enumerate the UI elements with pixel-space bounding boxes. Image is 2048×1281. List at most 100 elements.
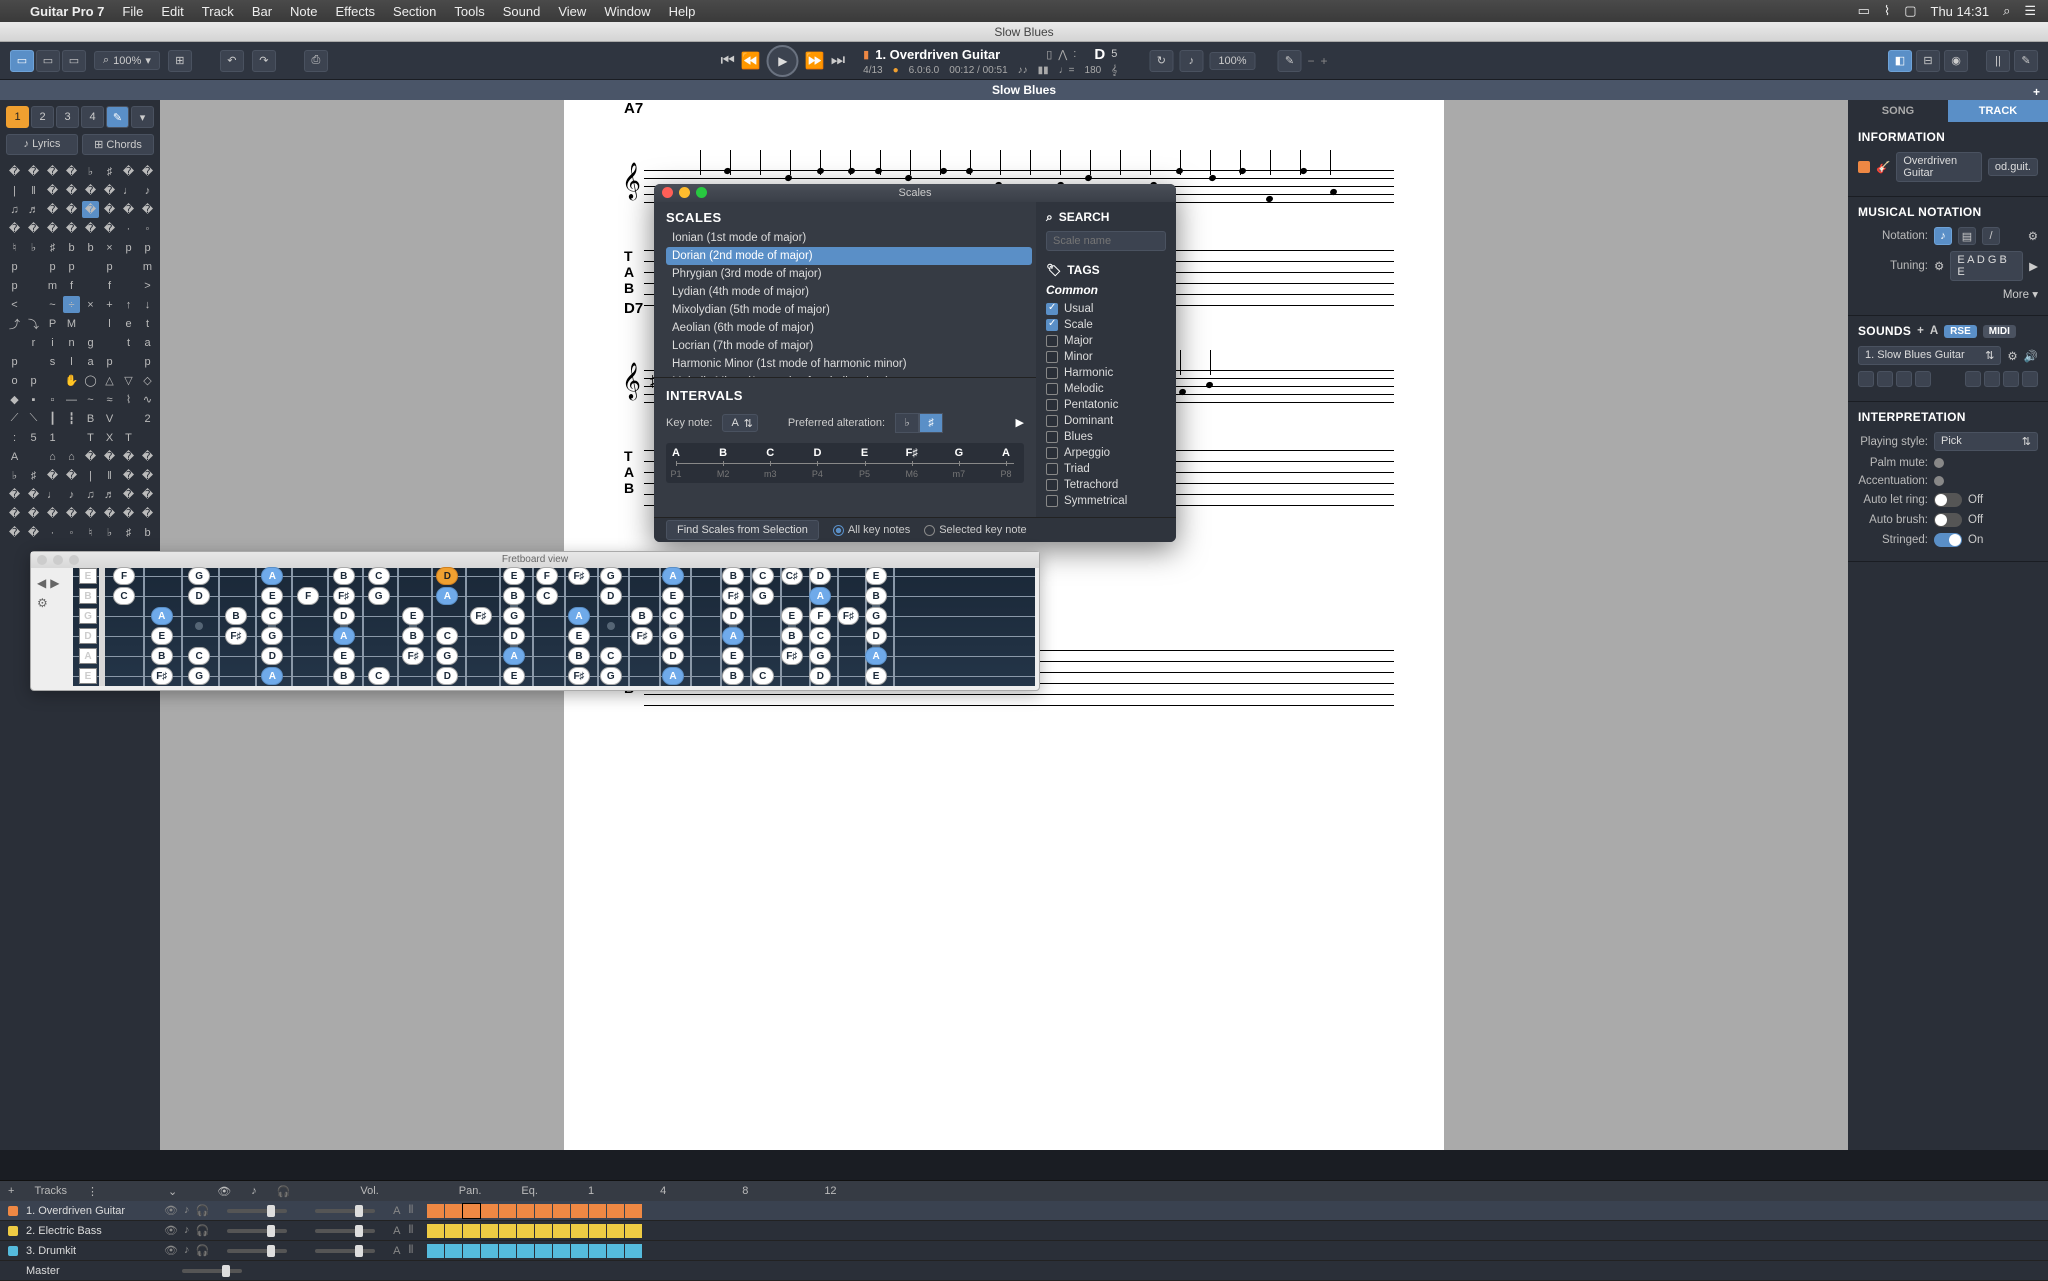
palette-item[interactable]: t xyxy=(120,334,137,351)
palette-item[interactable]: ⟍ xyxy=(25,410,42,427)
close-icon[interactable] xyxy=(662,187,673,198)
palm-mute-indicator[interactable] xyxy=(1934,458,1944,468)
palette-item[interactable]: r xyxy=(25,334,42,351)
speed-percent[interactable]: 100% xyxy=(1209,52,1255,70)
fretboard-note[interactable]: E xyxy=(662,587,684,605)
fretboard-note[interactable]: D xyxy=(809,567,831,585)
fretboard-note[interactable]: F xyxy=(113,567,135,585)
palette-item[interactable]: � xyxy=(101,448,118,465)
palette-tab-3[interactable]: 3 xyxy=(56,106,79,128)
palette-item[interactable]: X xyxy=(101,429,118,446)
undo-button[interactable]: ↶ xyxy=(220,50,244,72)
palette-item[interactable]: T xyxy=(120,429,137,446)
palette-tab-2[interactable]: 2 xyxy=(31,106,54,128)
scales-titlebar[interactable]: Scales xyxy=(654,184,1176,202)
palette-item[interactable]: 1 xyxy=(44,429,61,446)
palette-item[interactable]: � xyxy=(44,182,61,199)
fretboard-note[interactable]: F♯ xyxy=(722,587,744,605)
palette-item[interactable]: n xyxy=(63,334,80,351)
fretboard-note[interactable]: A xyxy=(722,627,744,645)
fx-slot[interactable] xyxy=(2003,371,2019,387)
palette-item[interactable]: < xyxy=(6,296,23,313)
fretboard-note[interactable]: F xyxy=(536,567,558,585)
palette-item[interactable]: ♮ xyxy=(82,524,99,541)
solo-button[interactable]: 🎧 xyxy=(195,1224,209,1237)
tag-item[interactable]: Usual xyxy=(1046,301,1166,317)
layout-button[interactable]: ⊞ xyxy=(168,50,192,72)
scale-item[interactable]: Aeolian (6th mode of major) xyxy=(666,319,1032,337)
palette-item[interactable]: � xyxy=(82,448,99,465)
fretboard-note[interactable]: A xyxy=(151,607,173,625)
eye-icon[interactable]: 👁 xyxy=(164,1244,178,1257)
palette-item[interactable]: � xyxy=(120,201,137,218)
chords-button[interactable]: ⊞ Chords xyxy=(82,134,154,155)
palette-item[interactable]: ♮ xyxy=(6,239,23,256)
palette-item[interactable]: ♫ xyxy=(6,201,23,218)
palette-item[interactable]: p xyxy=(139,353,156,370)
tag-item[interactable]: Harmonic xyxy=(1046,365,1166,381)
palette-item[interactable]: � xyxy=(44,163,61,180)
palette-item[interactable]: ♯ xyxy=(25,467,42,484)
app-name[interactable]: Guitar Pro 7 xyxy=(30,4,104,19)
fretboard-note[interactable]: E xyxy=(568,627,590,645)
fretboard-note[interactable]: F♯ xyxy=(333,587,355,605)
checkbox[interactable] xyxy=(1046,463,1058,475)
fretboard-note[interactable]: E xyxy=(865,667,887,685)
countin-icon[interactable]: : xyxy=(1073,48,1076,60)
palette-item[interactable]: � xyxy=(139,201,156,218)
view-page-button[interactable]: ▭ xyxy=(10,50,34,72)
palette-item[interactable]: ♩ xyxy=(120,182,137,199)
palette-item[interactable]: ♬ xyxy=(101,486,118,503)
tag-item[interactable]: Dominant xyxy=(1046,413,1166,429)
fretboard-note[interactable]: E xyxy=(151,627,173,645)
palette-item[interactable]: l xyxy=(63,353,80,370)
play-intervals-button[interactable]: ▶ xyxy=(1016,416,1024,429)
fretboard-note[interactable]: F♯ xyxy=(631,627,653,645)
palette-item[interactable]: ┃ xyxy=(44,410,61,427)
palette-item[interactable]: ‖ xyxy=(25,182,42,199)
eye-icon[interactable]: 👁 xyxy=(164,1224,178,1237)
palette-item[interactable]: T xyxy=(82,429,99,446)
fretboard-canvas[interactable]: EBGDAEFGABCDEFF♯GABCC♯DECDEFF♯GABCDEF♯GA… xyxy=(73,568,1035,686)
automation-button[interactable]: A xyxy=(1930,325,1938,337)
palette-item[interactable]: V xyxy=(101,410,118,427)
fretboard-note[interactable]: E xyxy=(722,647,744,665)
palette-item[interactable]: B xyxy=(82,410,99,427)
palette-item[interactable]: × xyxy=(82,296,99,313)
track-bars[interactable] xyxy=(427,1244,642,1258)
tag-item[interactable]: Major xyxy=(1046,333,1166,349)
palette-item[interactable]: ♩ xyxy=(44,486,61,503)
palette-item[interactable] xyxy=(101,334,118,351)
palette-item[interactable]: � xyxy=(120,486,137,503)
menu-window[interactable]: Window xyxy=(604,4,650,19)
palette-item[interactable]: � xyxy=(139,163,156,180)
palette-item[interactable] xyxy=(25,448,42,465)
inspector-tab-song[interactable]: SONG xyxy=(1848,100,1948,122)
volume-slider[interactable] xyxy=(182,1269,242,1273)
eq-button[interactable]: ⦀ xyxy=(409,1244,414,1257)
go-start-button[interactable]: ⏮ xyxy=(720,52,734,70)
checkbox[interactable] xyxy=(1046,319,1058,331)
redo-button[interactable]: ↷ xyxy=(252,50,276,72)
automation-button[interactable]: A xyxy=(393,1225,400,1237)
scale-search-input[interactable] xyxy=(1046,231,1166,251)
speed-trainer-button[interactable]: ♪ xyxy=(1179,50,1203,72)
checkbox[interactable] xyxy=(1046,303,1058,315)
solo-button[interactable]: 🎧 xyxy=(195,1244,209,1257)
fretboard-note[interactable]: A xyxy=(261,567,283,585)
palette-item[interactable]: � xyxy=(25,486,42,503)
track-color-swatch[interactable] xyxy=(8,1226,18,1236)
notation-standard-button[interactable]: ♪ xyxy=(1934,227,1952,245)
tracks-menu-button[interactable]: ⋮ xyxy=(87,1185,98,1198)
palette-item[interactable]: ∿ xyxy=(139,391,156,408)
palette-item[interactable] xyxy=(82,315,99,332)
palette-item[interactable]: ⌂ xyxy=(44,448,61,465)
palette-item[interactable]: ┇ xyxy=(63,410,80,427)
scale-item[interactable]: Harmonic Minor (1st mode of harmonic min… xyxy=(666,355,1032,373)
fretboard-note[interactable]: D xyxy=(722,607,744,625)
palette-item[interactable] xyxy=(44,372,61,389)
checkbox[interactable] xyxy=(1046,431,1058,443)
line-in-button[interactable]: ✎ xyxy=(1277,50,1301,72)
fretboard-note[interactable]: F♯ xyxy=(402,647,424,665)
checkbox[interactable] xyxy=(1046,495,1058,507)
